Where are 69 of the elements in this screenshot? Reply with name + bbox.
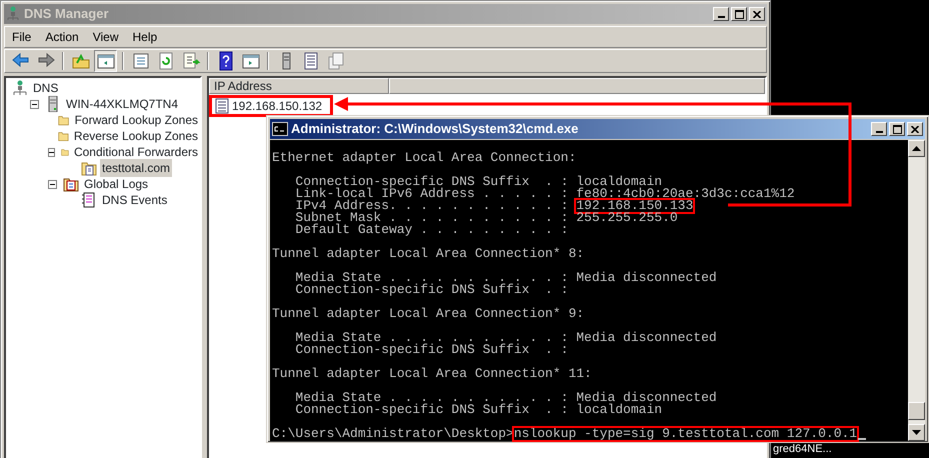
close-icon: [753, 10, 761, 18]
tree-item[interactable]: WIN-44XKLMQ7TN4: [64, 95, 180, 113]
up-arrow-icon: [912, 146, 921, 151]
maximize-icon: [892, 124, 902, 134]
console-line: Connection-specific DNS Suffix . : localdomain: [294, 176, 662, 188]
minimize-button[interactable]: [871, 122, 887, 136]
console-line: Media State . . . . . . . . . . . : Media disconnected: [294, 392, 717, 404]
menu-item[interactable]: Help: [126, 28, 164, 46]
list-item-label: 192.168.150.132: [232, 98, 322, 115]
tree-item[interactable]: testtotal.com: [100, 159, 172, 177]
command-prompt-icon: [272, 122, 288, 136]
console-line: Connection-specific DNS Suffix . : localdomain: [294, 404, 662, 416]
console-line: Media State . . . . . . . . . . . : Media disconnected: [294, 272, 717, 284]
close-icon: [911, 126, 919, 132]
close-button[interactable]: [907, 122, 923, 136]
properties-icon: [130, 51, 150, 71]
tree-item[interactable]: DNS: [31, 79, 60, 97]
console-line: Tunnel adapter Local Area Connection* 8:: [272, 248, 584, 260]
window-title: Administrator: C:\Windows\System32\cmd.exe: [291, 120, 578, 138]
tree-item[interactable]: Reverse Lookup Zones: [72, 127, 200, 145]
tree-item[interactable]: Forward Lookup Zones: [72, 111, 200, 129]
expand-toggle[interactable]: [48, 148, 55, 156]
minus-icon: [50, 182, 55, 186]
tree-item[interactable]: DNS Events: [100, 191, 170, 209]
scrollbar[interactable]: [908, 140, 925, 441]
minimize-icon: [876, 131, 882, 133]
console-command: nslookup -type=sig 9.testtotal.com 127.0.0.1: [514, 428, 858, 440]
scroll-up-button[interactable]: [908, 140, 925, 157]
console-line: Connection-specific DNS Suffix . :: [294, 284, 568, 296]
log-folder-icon: [63, 176, 79, 192]
console-line: Connection-specific DNS Suffix . :: [294, 344, 568, 356]
console-line: Link-local IPv6 Address . . . . . : fe80::4cb0:20ae:3d3c:cca1%12: [294, 188, 795, 200]
copy-icon: [326, 51, 346, 71]
minus-icon: [32, 102, 37, 106]
tree-item[interactable]: Conditional Forwarders: [72, 143, 200, 161]
expand-toggle[interactable]: [48, 180, 57, 188]
console-prompt: C:\Users\Administrator\Desktop>: [272, 428, 514, 440]
desktop-label: gred64NE...: [773, 442, 832, 457]
console-line: Default Gateway . . . . . . . . . :: [294, 224, 568, 236]
console-line: Tunnel adapter Local Area Connection* 11:: [272, 368, 592, 380]
menu-item[interactable]: File: [5, 28, 38, 46]
window-title: DNS Manager: [24, 5, 109, 24]
toolbar-button[interactable]: [94, 50, 117, 72]
event-log-icon: [81, 192, 97, 208]
expand-toggle[interactable]: [30, 100, 39, 108]
console-line: Tunnel adapter Local Area Connection* 9:: [272, 308, 584, 320]
minus-icon: [49, 150, 54, 154]
minimize-icon: [718, 16, 724, 18]
console-value: 192.168.150.133: [576, 200, 694, 212]
maximize-icon: [734, 10, 744, 18]
dns-server-icon: [12, 80, 28, 96]
console-line: Media State . . . . . . . . . . . : Media disconnected: [294, 332, 717, 344]
down-arrow-icon: [912, 430, 921, 435]
tree-item[interactable]: Global Logs: [82, 175, 150, 193]
menu-item[interactable]: Action: [38, 28, 86, 46]
scroll-thumb[interactable]: [908, 402, 925, 420]
list-record-icon: [215, 98, 229, 114]
console-line: Ethernet adapter Local Area Connection:: [272, 152, 576, 164]
export-list-icon: [180, 51, 200, 71]
maximize-button[interactable]: [889, 122, 905, 136]
console-line: IPv4 Address. . . . . . . . . . . :: [294, 200, 570, 212]
column-header[interactable]: IP Address: [209, 78, 389, 94]
console-line: Subnet Mask . . . . . . . . . . . : 255.255.255.0: [294, 212, 678, 224]
scroll-down-button[interactable]: [908, 424, 925, 441]
menu-item[interactable]: View: [86, 28, 126, 46]
server-tree-icon: [6, 6, 20, 22]
zone-folder-icon: [81, 160, 97, 176]
column-header[interactable]: [389, 78, 765, 94]
text-cursor: [858, 438, 866, 440]
